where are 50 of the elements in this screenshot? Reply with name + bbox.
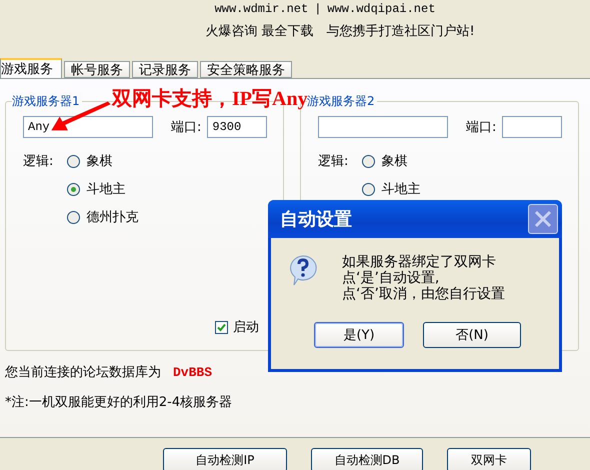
option-label: 象棋 (381, 153, 408, 170)
option-label: 德州扑克 (86, 209, 138, 226)
option-label: 象棋 (86, 153, 112, 170)
note-text: *注:一机双服能更好的利用2-4核服务器 (5, 394, 234, 411)
radio-option[interactable]: 象棋 (362, 152, 420, 170)
radio-option[interactable]: 象棋 (67, 152, 138, 170)
tab[interactable]: 游戏服务 (0, 58, 62, 78)
radio-icon[interactable] (67, 210, 80, 224)
tab[interactable]: 安全策略服务 (200, 61, 292, 78)
group-title: 游戏服务器1 (12, 93, 82, 110)
radio-option[interactable]: 德州扑克 (67, 208, 138, 226)
annotation-text: 双网卡支持，IP写Any (112, 87, 308, 112)
option-label: 斗地主 (381, 181, 420, 198)
dialog-button[interactable]: 是(Y) (314, 322, 404, 348)
logic-label: 逻辑: (318, 153, 348, 171)
message-line: 如果服务器绑定了双网卡 (342, 254, 497, 270)
radio-icon[interactable] (67, 154, 80, 168)
action-button[interactable]: 自动检测IP (163, 448, 287, 470)
question-icon (288, 254, 318, 286)
ip-field[interactable]: Any (23, 116, 153, 138)
website-link[interactable]: www.wdmir.net (214, 2, 308, 16)
website-link[interactable]: www.wdqipai.net (327, 2, 436, 16)
option-label: 斗地主 (86, 181, 126, 198)
action-button[interactable]: 双网卡 (447, 448, 531, 470)
dialog-button[interactable]: 否(N) (423, 322, 521, 348)
database-name: DvBBS (173, 364, 212, 380)
tab[interactable]: 记录服务 (132, 61, 198, 78)
checkbox[interactable] (215, 320, 228, 334)
database-text: 您当前连接的论坛数据库为 (5, 364, 161, 381)
port-field[interactable]: 9300 (207, 116, 268, 138)
close-icon (534, 210, 552, 228)
tab[interactable]: 帐号服务 (64, 61, 130, 78)
action-button[interactable]: 自动检测DB (311, 448, 423, 470)
port-label: 端口: (466, 119, 496, 136)
dialog-title: 自动设置 (280, 208, 352, 231)
ip-field[interactable] (318, 116, 448, 138)
start-label: 启动 (233, 319, 259, 336)
message-line: 点‘否’取消，由您自行设置 (342, 286, 505, 302)
separator: | (314, 2, 322, 16)
radio-option[interactable]: 斗地主 (67, 180, 138, 198)
radio-icon[interactable] (362, 182, 376, 196)
logic-label: 逻辑: (23, 153, 54, 171)
radio-option[interactable]: 斗地主 (362, 180, 420, 198)
message-line: 点‘是’自动设置, (342, 270, 440, 286)
group-title: 游戏服务器2 (307, 93, 377, 110)
port-field[interactable] (502, 116, 562, 138)
radio-icon[interactable] (362, 154, 376, 168)
port-label: 端口: (171, 119, 202, 136)
slogan: 火爆咨询 最全下载 与您携手打造社区门户站! (205, 23, 475, 40)
radio-icon[interactable] (67, 182, 80, 196)
